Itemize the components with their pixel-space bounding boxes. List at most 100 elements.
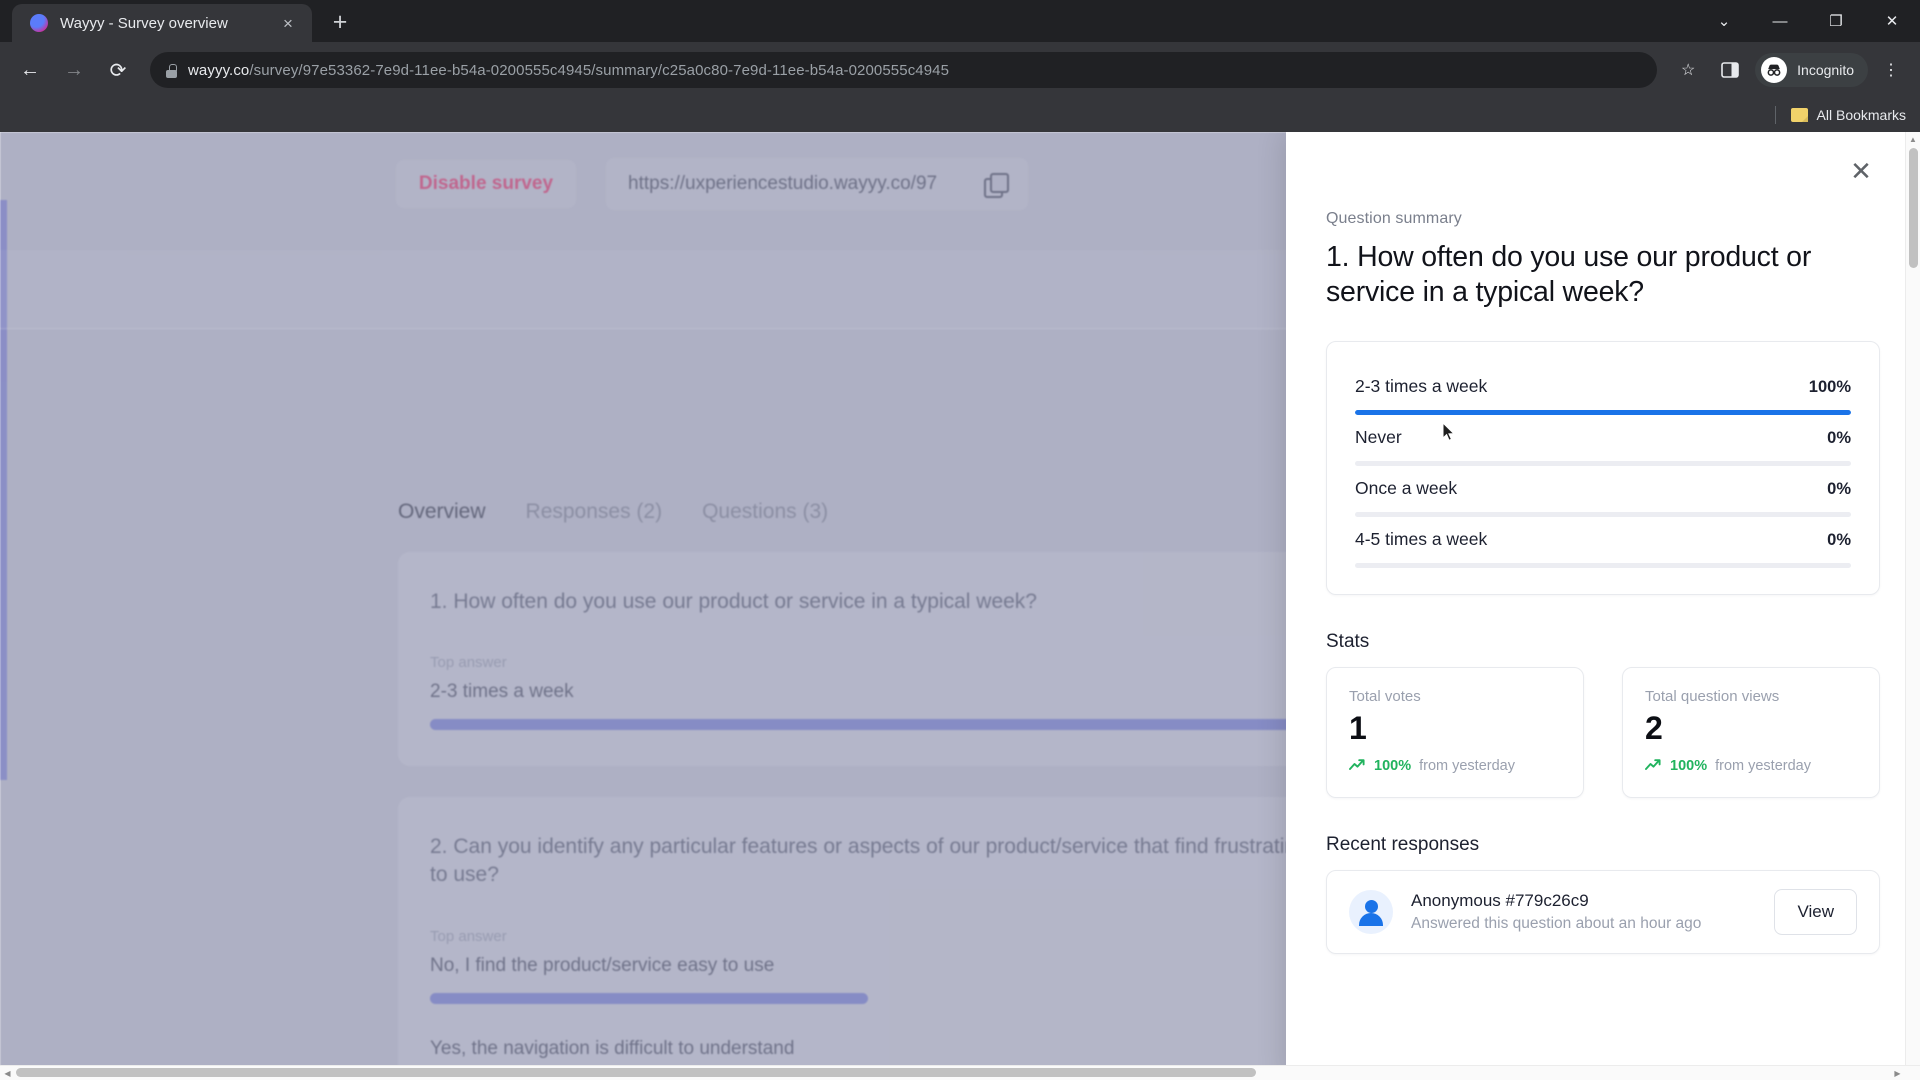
url-domain: wayyy.co (188, 61, 250, 79)
poll-results-card: 2-3 times a week 100% Never 0% Once a we… (1326, 340, 1880, 595)
minimize-button[interactable]: — (1752, 0, 1808, 42)
vertical-scrollbar[interactable]: ▲ ▼ (1905, 132, 1920, 1080)
stat-trend: 100% from yesterday (1645, 758, 1857, 775)
address-bar[interactable]: wayyy.co/survey/97e53362-7e9d-11ee-b54a-… (150, 52, 1658, 88)
vertical-scroll-thumb[interactable] (1909, 148, 1918, 268)
poll-row-header: Once a week 0% (1355, 478, 1851, 499)
browser-window: Wayyy - Survey overview × + ⌄ — ❐ ✕ ← → … (0, 0, 1920, 1080)
trend-up-icon (1349, 758, 1366, 775)
stat-card-total-votes: Total votes 1 100% from yesterday (1326, 666, 1584, 798)
response-name: Anonymous #779c26c9 (1411, 890, 1589, 910)
poll-row-header: Never 0% (1355, 427, 1851, 448)
back-icon[interactable]: ← (10, 50, 50, 90)
side-panel-icon[interactable] (1711, 51, 1749, 89)
panel-body: Question summary 1. How often do you use… (1286, 132, 1920, 954)
stat-trend: 100% from yesterday (1349, 758, 1561, 775)
top-answer-label: Top answer (430, 927, 507, 945)
stat-card-total-question-views: Total question views 2 100% from yesterd… (1622, 666, 1880, 798)
poll-option-label: Once a week (1355, 477, 1458, 498)
share-link-value: https://uxperiencestudio.wayyy.co/97 (628, 173, 938, 194)
bookmarks-separator (1774, 106, 1776, 124)
response-text: Anonymous #779c26c9 Answered this questi… (1411, 891, 1756, 933)
copy-icon[interactable] (984, 173, 1009, 198)
response-meta: Answered this question about an hour ago (1411, 914, 1702, 932)
poll-option-percent: 0% (1827, 530, 1851, 549)
tab-search-icon[interactable]: ⌄ (1696, 0, 1752, 42)
scroll-right-arrow-icon[interactable]: ▶ (1890, 1069, 1905, 1078)
question-text: 2. Can you identify any particular featu… (430, 835, 1404, 887)
poll-option-label: Never (1355, 426, 1402, 447)
profile-label: Incognito (1797, 62, 1854, 78)
top-answer-label: Top answer (430, 654, 507, 672)
trend-value: 100% (1374, 758, 1412, 775)
tab-title: Wayyy - Survey overview (60, 14, 228, 32)
poll-option-percent: 100% (1808, 377, 1851, 396)
scroll-up-arrow-icon[interactable]: ▲ (1906, 132, 1920, 147)
answer-text: No, I find the product/service easy to u… (430, 954, 775, 976)
poll-row-header: 2-3 times a week 100% (1355, 376, 1851, 397)
folder-icon (1790, 108, 1808, 122)
disable-survey-button[interactable]: Disable survey (396, 160, 576, 208)
browser-tab[interactable]: Wayyy - Survey overview × (12, 4, 312, 42)
stat-label: Total question views (1645, 687, 1780, 705)
question-text: 1. How often do you use our product or s… (430, 590, 1037, 613)
horizontal-scrollbar[interactable]: ◀ ▶ (0, 1065, 1920, 1080)
poll-row: Once a week 0% (1355, 466, 1851, 517)
bookmark-star-icon[interactable]: ☆ (1669, 51, 1707, 89)
browser-toolbar: ← → ⟳ wayyy.co/survey/97e53362-7e9d-11ee… (0, 42, 1920, 98)
trend-suffix: from yesterday (1419, 758, 1515, 775)
bookmarks-bar: All Bookmarks (0, 98, 1920, 132)
tab-strip: Wayyy - Survey overview × + ⌄ — ❐ ✕ (0, 0, 1920, 42)
scroll-left-arrow-icon[interactable]: ◀ (0, 1069, 15, 1078)
poll-option-percent: 0% (1827, 428, 1851, 447)
address-bar-url: wayyy.co/survey/97e53362-7e9d-11ee-b54a-… (188, 62, 949, 79)
forward-icon[interactable]: → (54, 50, 94, 90)
trend-up-icon (1645, 758, 1662, 775)
tab-overview[interactable]: Overview (398, 500, 486, 524)
url-path: /survey/97e53362-7e9d-11ee-b54a-0200555c… (249, 61, 950, 79)
browser-menu-icon[interactable]: ⋮ (1872, 51, 1910, 89)
window-controls: ⌄ — ❐ ✕ (1696, 0, 1920, 42)
close-tab-icon[interactable]: × (276, 11, 300, 35)
all-bookmarks-label[interactable]: All Bookmarks (1817, 107, 1906, 123)
close-icon[interactable]: ✕ (1844, 154, 1878, 188)
stats-grid: Total votes 1 100% from yesterday Total … (1326, 666, 1880, 798)
panel-title: 1. How often do you use our product or s… (1326, 241, 1812, 309)
trend-value: 100% (1670, 758, 1708, 775)
maximize-button[interactable]: ❐ (1808, 0, 1864, 42)
trend-suffix: from yesterday (1715, 758, 1811, 775)
response-row[interactable]: Anonymous #779c26c9 Answered this questi… (1326, 869, 1880, 954)
wayyy-logo-icon (30, 14, 48, 32)
tab-questions[interactable]: Questions (3) (702, 500, 828, 524)
stat-label: Total votes (1349, 687, 1421, 705)
poll-option-label: 2-3 times a week (1355, 375, 1488, 396)
new-tab-button[interactable]: + (322, 4, 358, 40)
stats-heading: Stats (1326, 630, 1370, 652)
answer-bar (430, 719, 1426, 731)
recent-responses-heading: Recent responses (1326, 833, 1480, 855)
poll-option-label: 4-5 times a week (1355, 528, 1488, 549)
profile-chip[interactable]: Incognito (1755, 53, 1868, 87)
horizontal-scroll-thumb[interactable] (16, 1068, 1256, 1077)
answer-text: Yes, the navigation is difficult to unde… (430, 1037, 795, 1059)
lock-icon (164, 62, 178, 78)
answer-text: 2-3 times a week (430, 681, 574, 703)
poll-row: Never 0% (1355, 415, 1851, 466)
poll-track (1355, 562, 1851, 568)
reload-icon[interactable]: ⟳ (98, 50, 138, 90)
panel-kicker: Question summary (1326, 210, 1462, 227)
poll-row: 2-3 times a week 100% (1355, 364, 1851, 415)
survey-tabs: Overview Responses (2) Questions (3) (398, 500, 828, 524)
stat-value: 1 (1349, 709, 1367, 746)
view-response-button[interactable]: View (1774, 888, 1857, 935)
person-avatar-icon (1349, 889, 1393, 934)
survey-actions-row: Disable survey https://uxperiencestudio.… (396, 158, 1028, 210)
tab-responses[interactable]: Responses (2) (526, 500, 663, 524)
answer-bar (430, 992, 869, 1004)
question-summary-panel: ✕ Question summary 1. How often do you u… (1286, 132, 1920, 1080)
poll-row-header: 4-5 times a week 0% (1355, 529, 1851, 550)
share-link-field[interactable]: https://uxperiencestudio.wayyy.co/97 (606, 158, 1028, 210)
page-viewport: Disable survey https://uxperiencestudio.… (0, 132, 1920, 1080)
close-window-button[interactable]: ✕ (1864, 0, 1920, 42)
poll-row: 4-5 times a week 0% (1355, 517, 1851, 568)
